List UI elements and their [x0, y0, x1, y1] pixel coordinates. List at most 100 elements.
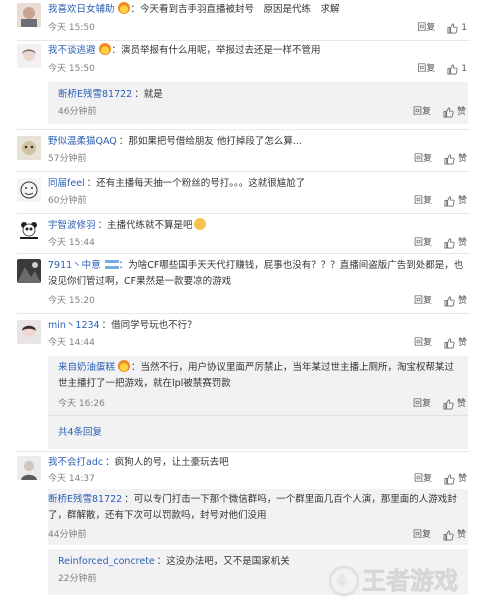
reply-button[interactable]: 回复 [413, 398, 431, 410]
username[interactable]: 宇智波修羽 [48, 220, 96, 231]
divider [17, 171, 470, 172]
comment-actions: 回复 赞 [414, 237, 467, 249]
like-button[interactable]: 1 [447, 63, 467, 75]
fire-badge-icon [98, 43, 111, 55]
like-button[interactable]: 赞 [443, 106, 466, 118]
thumbs-up-icon [443, 399, 454, 409]
thumbs-up-icon [443, 530, 454, 540]
comment-time: 60分钟前 [48, 196, 87, 206]
avatar[interactable] [17, 259, 41, 283]
username[interactable]: 我喜欢日女辅助 [48, 4, 115, 15]
divider [17, 40, 470, 41]
like-count: 1 [461, 23, 467, 33]
divider [17, 213, 470, 214]
avatar[interactable] [17, 456, 41, 480]
like-label: 赞 [457, 296, 467, 306]
avatar[interactable] [17, 178, 41, 202]
reply-text: 这没办法吧，又不是国家机关 [166, 556, 290, 567]
avatar[interactable] [17, 44, 41, 68]
comment-text: 演员举报有什么用呢，举报过去还是一样不管用 [121, 45, 321, 56]
comment-time: 今天 14:44 [48, 338, 95, 348]
reply-actions: 回复 赞 [413, 529, 466, 541]
reply-button[interactable]: 回复 [414, 295, 432, 307]
like-label: 赞 [457, 238, 467, 248]
reply-line: 来自奶油蛋糕 ：当然不行，用户协议里面严厉禁止，当年某过世主播上厕所，淘宝权帮某过… [58, 360, 455, 389]
comment-time: 今天 14:37 [48, 474, 95, 484]
like-button[interactable]: 赞 [443, 529, 466, 541]
like-button[interactable]: 赞 [443, 398, 466, 410]
username[interactable]: Reinforced_concrete [58, 556, 155, 567]
avatar[interactable] [17, 320, 41, 344]
avatar[interactable] [17, 3, 41, 27]
reply-button[interactable]: 回复 [414, 473, 432, 485]
like-button[interactable]: 赞 [444, 237, 467, 249]
reply-button[interactable]: 回复 [414, 195, 432, 207]
thumbs-up-icon [444, 296, 455, 306]
thumbs-up-icon [447, 23, 458, 33]
comment-line: min丶1234 ：借同学号玩也不行？ [48, 320, 197, 331]
reply-box: 断桥E残雪81722 ：就是 46分钟前 回复 赞 [48, 82, 468, 124]
comment-line: 我喜欢日女辅助 ：今天看到吉手羽直播被封号 原因是代练 求解 [48, 2, 340, 15]
username[interactable]: 野似温柔猫QAQ [48, 136, 117, 147]
thumbs-up-icon [444, 154, 455, 164]
comment-page: 我喜欢日女辅助 ：今天看到吉手羽直播被封号 原因是代练 求解 今天 15:50 回… [0, 0, 480, 601]
reply-box: 来自奶油蛋糕 ：当然不行，用户协议里面严厉禁止，当年某过世主播上厕所，淘宝权帮某过… [48, 356, 468, 449]
comment-text: 那如果把号借给朋友 他打掉段了怎么算... [128, 136, 302, 147]
reply-text: 就是 [143, 89, 163, 100]
username[interactable]: 我不谈逃避 [48, 45, 96, 56]
comment-time: 57分钟前 [48, 154, 87, 164]
more-replies-link[interactable]: 共4条回复 [58, 424, 102, 438]
divider [48, 415, 468, 416]
divider [17, 129, 470, 130]
username[interactable]: min丶1234 [48, 320, 100, 331]
username[interactable]: 断桥E残雪81722 [48, 494, 122, 505]
fire-badge-icon [117, 2, 130, 14]
thumbs-up-icon [447, 64, 458, 74]
reply-time: 44分钟前 [48, 530, 87, 540]
username[interactable]: 断桥E残雪81722 [58, 89, 132, 100]
reply-button[interactable]: 回复 [414, 237, 432, 249]
like-button[interactable]: 赞 [444, 295, 467, 307]
comment-actions: 回复 1 [417, 22, 467, 34]
divider [17, 253, 470, 254]
username[interactable]: 7911丶中意 [48, 260, 101, 271]
comment-text: 还有主播每天抽一个粉丝的号打。。。这就很尴尬了 [96, 178, 306, 189]
comment-actions: 回复 赞 [414, 153, 467, 165]
username[interactable]: 我不会打adc [48, 457, 103, 468]
comment-time: 今天 15:44 [48, 238, 95, 248]
like-button[interactable]: 赞 [444, 337, 467, 349]
argentina-flag-icon [104, 260, 119, 269]
reply-button[interactable]: 回复 [413, 106, 431, 118]
thumbs-up-icon [444, 338, 455, 348]
comment-actions: 回复 赞 [414, 195, 467, 207]
like-button[interactable]: 赞 [444, 153, 467, 165]
smile-emoji-icon [193, 218, 206, 230]
comment-actions: 回复 赞 [414, 473, 467, 485]
avatar[interactable] [17, 136, 41, 160]
thumbs-up-icon [443, 107, 454, 117]
like-button[interactable]: 赞 [444, 195, 467, 207]
like-label: 赞 [456, 107, 466, 117]
comment-time: 今天 15:50 [48, 64, 95, 74]
reply-button[interactable]: 回复 [414, 153, 432, 165]
reply-time: 22分钟前 [58, 574, 97, 584]
reply-time: 今天 16:26 [58, 399, 105, 409]
username[interactable]: 同届feel [48, 178, 85, 189]
divider [17, 313, 470, 314]
comment-text: 借同学号玩也不行？ [111, 320, 197, 331]
reply-button[interactable]: 回复 [414, 337, 432, 349]
avatar[interactable] [17, 219, 41, 243]
like-button[interactable]: 赞 [444, 473, 467, 485]
comment-line: 7911丶中意 ：为啥CF哪些国手天天代打赚钱，屁事也没有？？？直播间盗版广告到处… [48, 260, 464, 287]
reply-line: 断桥E残雪81722 ：可以专门打击一下那个微信群吗，一个群里面几百个人演，那里面… [48, 494, 457, 521]
reply-button[interactable]: 回复 [417, 22, 435, 34]
username[interactable]: 来自奶油蛋糕 [58, 362, 115, 373]
reply-button[interactable]: 回复 [413, 529, 431, 541]
comment-actions: 回复 赞 [414, 337, 467, 349]
reply-box: Reinforced_concrete ：这没办法吧，又不是国家机关 22分钟前 [48, 549, 468, 595]
like-button[interactable]: 1 [447, 22, 467, 34]
thumbs-up-icon [444, 196, 455, 206]
like-count: 1 [461, 64, 467, 74]
comment-actions: 回复 赞 [414, 295, 467, 307]
reply-button[interactable]: 回复 [417, 63, 435, 75]
